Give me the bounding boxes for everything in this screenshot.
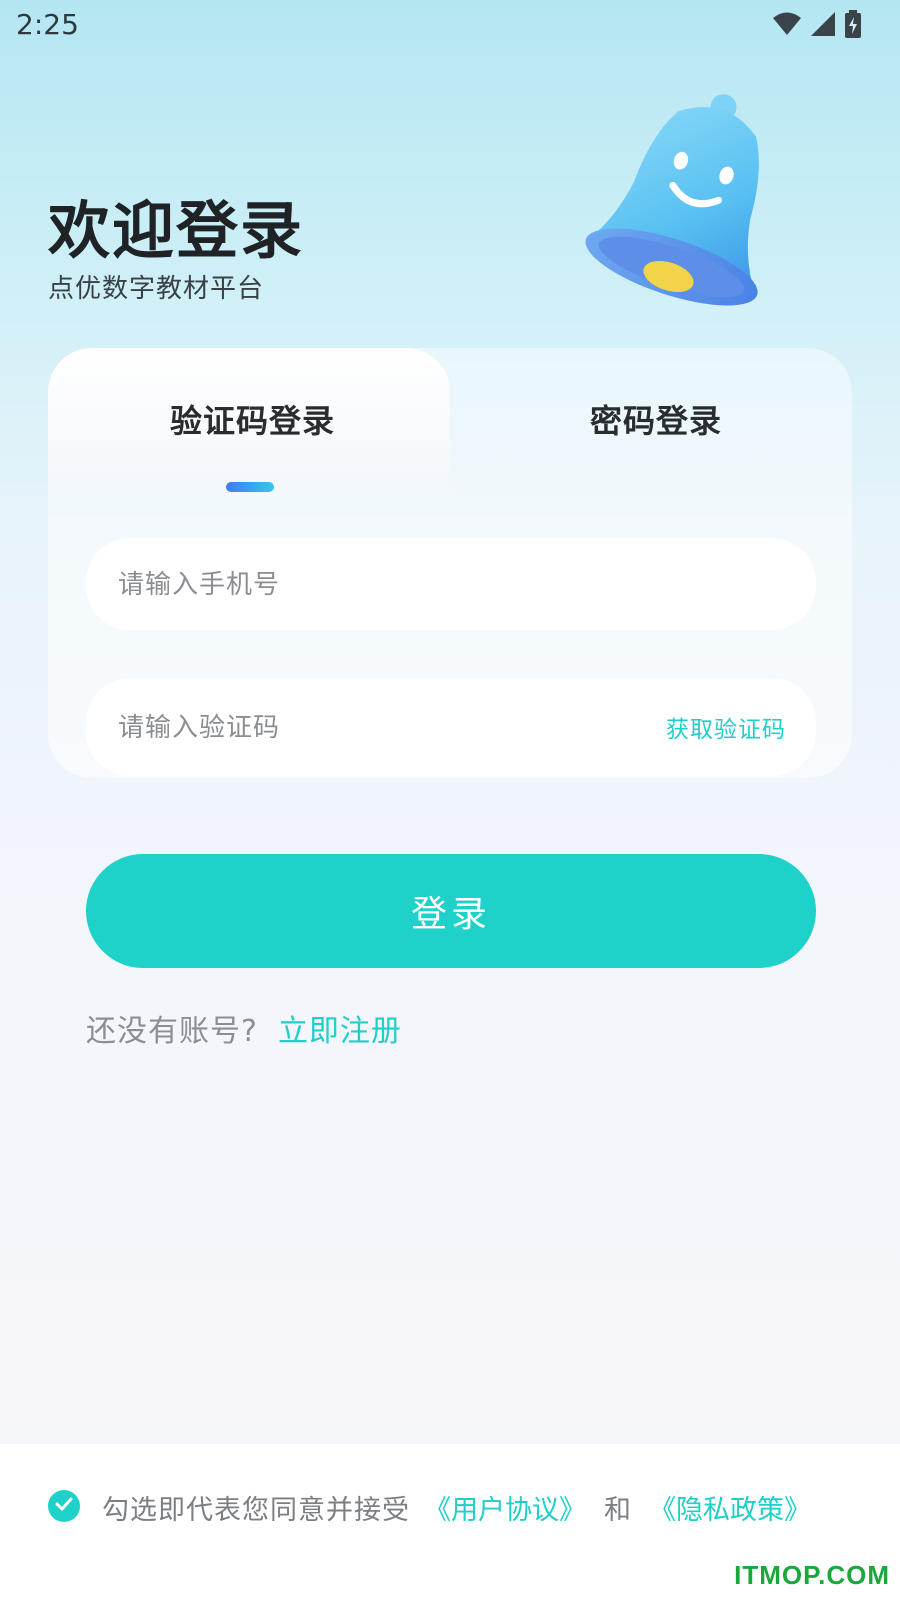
bell-icon — [560, 78, 810, 328]
watermark: ITMOP.COM — [734, 1560, 890, 1590]
tab-code-login[interactable]: 验证码登录 — [170, 396, 335, 442]
agreement-and: 和 — [604, 1495, 631, 1526]
register-row: 还没有账号? 立即注册 — [86, 1006, 402, 1050]
phone-input[interactable] — [116, 538, 600, 632]
register-link[interactable]: 立即注册 — [278, 1006, 402, 1050]
tab-password-login[interactable]: 密码登录 — [590, 396, 722, 442]
login-button[interactable]: 登录 — [86, 854, 816, 968]
get-code-button[interactable]: 获取验证码 — [666, 678, 786, 776]
phone-field[interactable] — [86, 538, 816, 632]
welcome-title: 欢迎登录 — [48, 194, 305, 267]
verification-code-input[interactable] — [116, 678, 600, 778]
privacy-policy-link[interactable]: 《隐私政策》 — [649, 1488, 811, 1527]
status-time: 2:25 — [16, 8, 79, 41]
agreement-text: 勾选即代表您同意并接受 — [102, 1495, 410, 1526]
agreement-text-row: 勾选即代表您同意并接受 《用户协议》 和 《隐私政策》 — [102, 1488, 811, 1527]
register-prompt: 还没有账号? — [86, 1014, 258, 1049]
signal-icon — [810, 11, 836, 37]
agreement-checkbox[interactable] — [48, 1490, 80, 1522]
code-field[interactable]: 获取验证码 — [86, 678, 816, 778]
status-bar: 2:25 — [0, 0, 900, 52]
platform-subtitle: 点优数字教材平台 — [48, 274, 265, 304]
user-agreement-link[interactable]: 《用户协议》 — [424, 1488, 586, 1527]
status-icons — [772, 10, 862, 38]
tab-indicator — [226, 482, 274, 492]
check-icon — [54, 1494, 74, 1518]
battery-charging-icon — [844, 10, 862, 38]
wifi-icon — [772, 11, 802, 37]
